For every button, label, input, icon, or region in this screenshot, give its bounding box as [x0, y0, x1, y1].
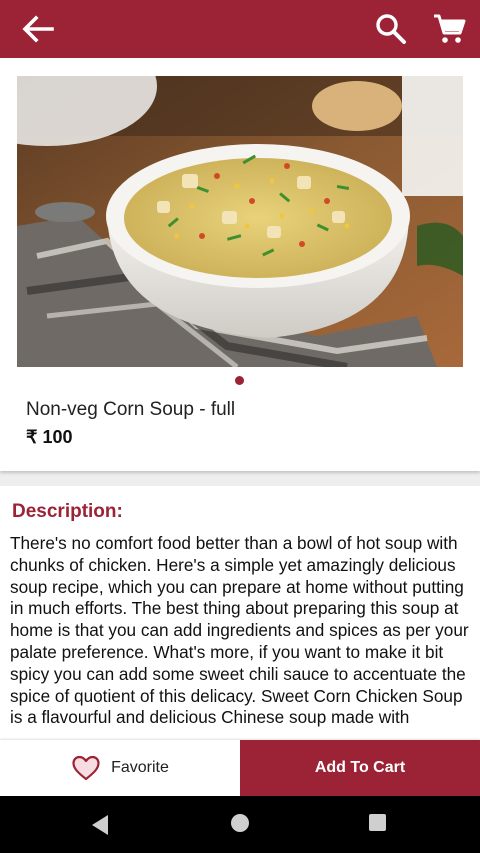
description-section[interactable]: Description: There's no comfort food bet…	[0, 486, 480, 740]
system-navigation-bar	[0, 796, 480, 853]
cart-icon[interactable]	[432, 12, 466, 46]
app-bar	[0, 0, 480, 58]
favorite-button[interactable]: Favorite	[0, 740, 240, 796]
add-to-cart-button[interactable]: Add To Cart	[240, 740, 480, 796]
product-image[interactable]	[17, 76, 463, 367]
nav-home-icon[interactable]	[231, 814, 249, 832]
description-text: There's no comfort food better than a bo…	[10, 533, 469, 728]
nav-back-icon[interactable]	[90, 814, 110, 836]
product-price: ₹ 100	[26, 427, 73, 447]
carousel-indicator-dot	[235, 376, 244, 385]
product-name: Non-veg Corn Soup - full	[26, 399, 236, 420]
heart-outline-icon	[72, 755, 100, 781]
favorite-label: Favorite	[111, 759, 169, 776]
bottom-action-bar: Favorite Add To Cart	[0, 740, 480, 796]
product-card: Non-veg Corn Soup - full ₹ 100	[0, 58, 480, 471]
arrow-left-icon[interactable]	[20, 13, 56, 45]
corn-soup-photo	[17, 76, 463, 367]
nav-recents-icon[interactable]	[369, 814, 386, 831]
description-title: Description:	[12, 501, 123, 522]
search-icon[interactable]	[374, 12, 408, 46]
